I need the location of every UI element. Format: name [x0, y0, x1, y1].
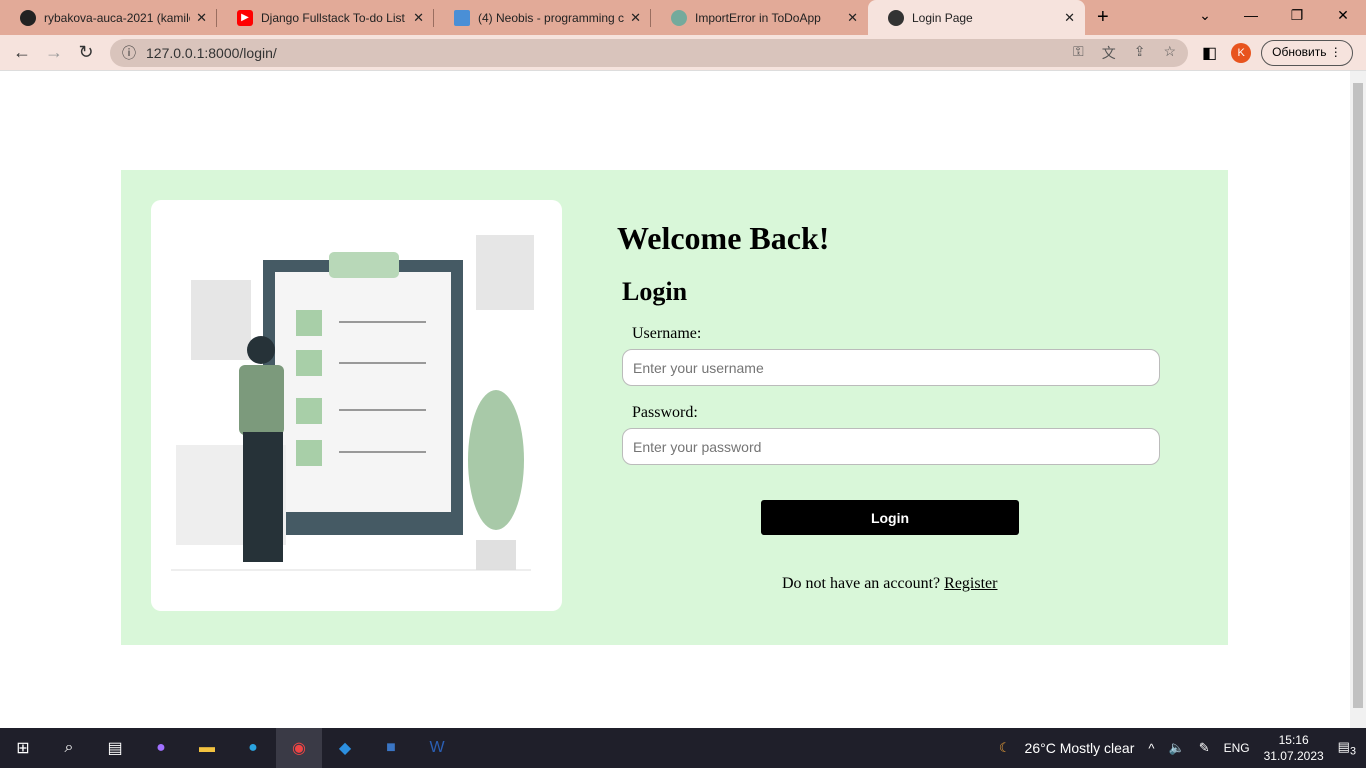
- show-hidden-icons[interactable]: ^: [1148, 741, 1154, 756]
- update-button[interactable]: Обновить ⋮: [1261, 39, 1353, 66]
- back-button[interactable]: ←: [6, 42, 38, 63]
- side-panel-icon[interactable]: ◧: [1202, 43, 1217, 63]
- tab-login-page[interactable]: Login Page ✕: [868, 0, 1085, 35]
- github-icon: [20, 9, 36, 26]
- key-icon[interactable]: ⚿: [1073, 43, 1084, 63]
- chatgpt-icon: [671, 9, 687, 26]
- password-label: Password:: [632, 404, 698, 421]
- page-content: Welcome Back! Login Username: Password: …: [0, 71, 1350, 728]
- restore-button[interactable]: ❐: [1274, 0, 1320, 30]
- search-icon[interactable]: ⌕: [46, 728, 92, 768]
- weather-text[interactable]: 26°C Mostly clear: [1025, 740, 1135, 756]
- vscode-icon[interactable]: ◆: [322, 728, 368, 768]
- share-icon[interactable]: ⇪: [1134, 43, 1146, 63]
- close-icon[interactable]: ✕: [413, 10, 424, 26]
- globe-icon: [888, 9, 904, 26]
- weather-icon[interactable]: ☾: [999, 740, 1011, 756]
- minimize-button[interactable]: —: [1228, 0, 1274, 30]
- language-indicator[interactable]: ENG: [1224, 741, 1250, 755]
- translate-icon[interactable]: 文: [1102, 43, 1116, 63]
- telegram-icon[interactable]: ●: [230, 728, 276, 768]
- reload-button[interactable]: ↻: [70, 42, 102, 63]
- login-button[interactable]: Login: [761, 500, 1019, 535]
- powershell-icon[interactable]: ■: [368, 728, 414, 768]
- star-icon[interactable]: ☆: [1163, 43, 1176, 63]
- word-icon[interactable]: W: [414, 728, 460, 768]
- close-icon[interactable]: ✕: [1064, 10, 1075, 26]
- volume-icon[interactable]: 🔈: [1169, 740, 1185, 756]
- tab-neobis[interactable]: (4) Neobis - programming clu ✕: [434, 0, 651, 35]
- pen-icon[interactable]: ✎: [1199, 740, 1210, 756]
- register-prompt: Do not have an account? Register: [782, 575, 998, 592]
- password-input[interactable]: [622, 428, 1160, 465]
- file-explorer-icon[interactable]: ▬: [184, 728, 230, 768]
- task-view-icon[interactable]: ▤: [92, 728, 138, 768]
- username-input[interactable]: [622, 349, 1160, 386]
- close-icon[interactable]: ✕: [196, 10, 207, 26]
- address-bar[interactable]: ⓘ 127.0.0.1:8000/login/ ⚿ 文 ⇪ ☆: [110, 38, 1188, 67]
- new-tab-button[interactable]: +: [1097, 0, 1109, 35]
- windows-start-icon[interactable]: ⊞: [0, 728, 46, 768]
- info-icon[interactable]: ⓘ: [122, 43, 136, 63]
- laptop-icon: [454, 9, 470, 26]
- forward-button[interactable]: →: [38, 42, 70, 63]
- login-form: Welcome Back! Login Username: Password: …: [617, 220, 1160, 593]
- scrollbar[interactable]: [1350, 71, 1366, 728]
- youtube-icon: ▶: [237, 9, 253, 26]
- tab-search-icon[interactable]: ⌄: [1182, 0, 1228, 30]
- scrollbar-thumb[interactable]: [1353, 83, 1363, 708]
- illustration: [151, 200, 562, 611]
- alice-icon[interactable]: ●: [138, 728, 184, 768]
- browser-toolbar: ← → ↻ ⓘ 127.0.0.1:8000/login/ ⚿ 文 ⇪ ☆ ◧ K О…: [0, 35, 1366, 71]
- close-icon[interactable]: ✕: [630, 10, 641, 26]
- close-icon[interactable]: ✕: [847, 10, 858, 26]
- tab-youtube[interactable]: ▶ Django Fullstack To-do List W ✕: [217, 0, 434, 35]
- tab-strip: rybakova-auca-2021 (kamiloy ✕ ▶ Django Ful…: [0, 0, 1366, 35]
- tab-github[interactable]: rybakova-auca-2021 (kamiloy ✕: [0, 0, 217, 35]
- page-title: Welcome Back!: [617, 220, 830, 256]
- username-label: Username:: [632, 325, 702, 342]
- form-title: Login: [622, 277, 688, 306]
- tab-chatgpt[interactable]: ImportError in ToDoApp ✕: [651, 0, 868, 35]
- chrome-icon[interactable]: ◉: [276, 728, 322, 768]
- close-window-button[interactable]: ✕: [1320, 0, 1366, 30]
- login-card: Welcome Back! Login Username: Password: …: [121, 170, 1228, 645]
- clock[interactable]: 15:16 31.07.2023: [1264, 732, 1324, 764]
- notifications-icon[interactable]: ▤3: [1338, 739, 1356, 758]
- checklist-illustration: [171, 235, 534, 571]
- taskbar: ⊞ ⌕ ▤ ● ▬ ● ◉ ◆ ■ W ☾ 26°C Mostly clear …: [0, 728, 1366, 768]
- avatar[interactable]: K: [1231, 42, 1252, 63]
- register-link[interactable]: Register: [944, 575, 997, 592]
